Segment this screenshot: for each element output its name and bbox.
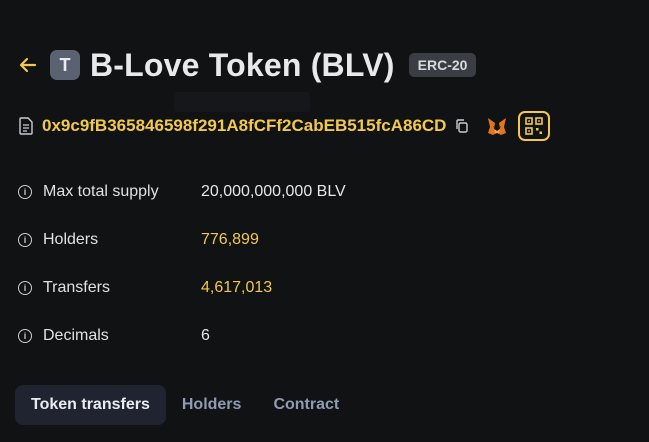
tab-bar: Token transfers Holders Contract (15, 385, 355, 425)
token-details: i Max total supply 20,000,000,000 BLV i … (18, 168, 346, 360)
page-title: B-Love Token (BLV) (90, 46, 395, 83)
tab-holders[interactable]: Holders (166, 385, 258, 425)
detail-row-decimals: i Decimals 6 (18, 312, 346, 360)
detail-label: Max total supply (43, 183, 159, 200)
qr-code-button[interactable] (518, 111, 551, 141)
arrow-left-icon[interactable] (16, 55, 40, 75)
detail-row-transfers: i Transfers 4,617,013 (18, 264, 346, 312)
contract-address-link[interactable]: 0x9c9fB365846598f291A8fCFf2CabEB515fcA86… (42, 116, 446, 136)
info-icon[interactable]: i (18, 281, 32, 295)
token-header: T B-Love Token (BLV) ERC-20 (16, 44, 477, 86)
detail-label: Holders (43, 231, 99, 248)
document-icon (19, 117, 33, 135)
detail-row-max-supply: i Max total supply 20,000,000,000 BLV (18, 168, 346, 216)
contract-address-row: 0x9c9fB365846598f291A8fCFf2CabEB515fcA86… (18, 108, 551, 144)
detail-label: Decimals (43, 327, 109, 344)
detail-value: 20,000,000,000 BLV (201, 183, 346, 200)
metamask-fox-icon[interactable] (486, 115, 508, 137)
token-avatar: T (50, 50, 80, 80)
tab-token-transfers[interactable]: Token transfers (15, 385, 166, 425)
detail-row-holders: i Holders 776,899 (18, 216, 346, 264)
detail-value: 6 (201, 327, 210, 344)
transfers-count-link[interactable]: 4,617,013 (201, 279, 272, 297)
info-icon[interactable]: i (18, 233, 32, 247)
detail-label: Transfers (43, 279, 110, 296)
info-icon[interactable]: i (18, 329, 32, 343)
qr-code-icon (525, 117, 544, 135)
holders-count-link[interactable]: 776,899 (201, 231, 259, 249)
standard-badge: ERC-20 (408, 53, 477, 77)
tab-contract[interactable]: Contract (257, 385, 355, 425)
copy-icon[interactable] (454, 118, 470, 134)
info-icon[interactable]: i (18, 185, 32, 199)
